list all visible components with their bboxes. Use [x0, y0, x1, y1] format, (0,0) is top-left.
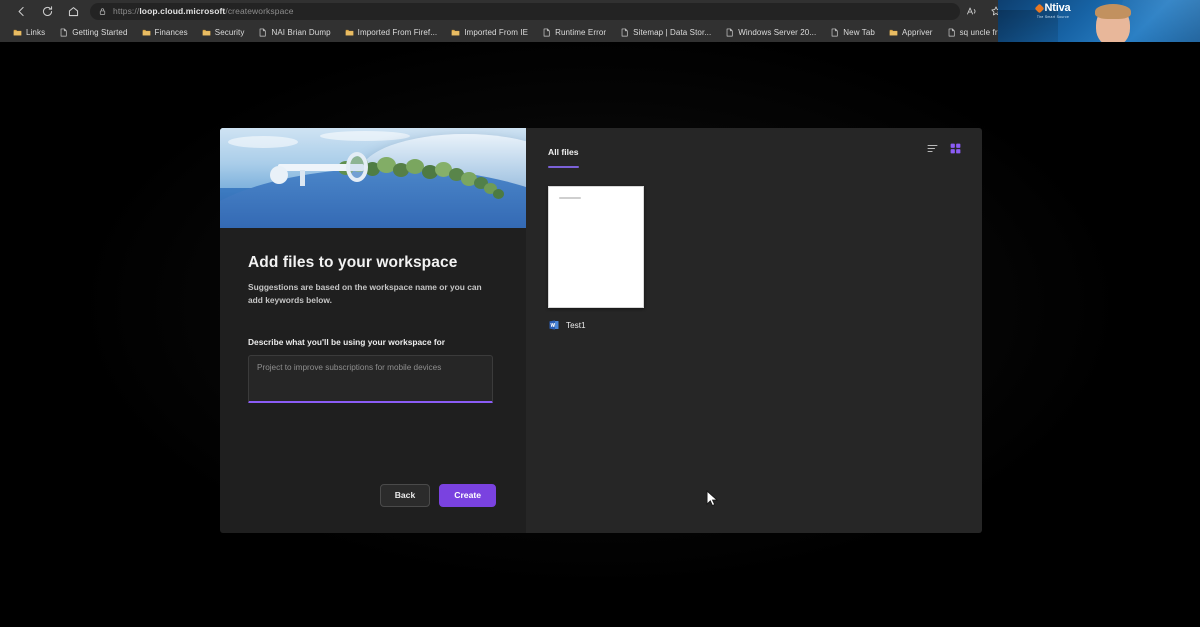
workspace-description-input[interactable] [248, 355, 493, 403]
back-icon[interactable] [8, 1, 34, 21]
page-icon [59, 28, 68, 37]
bookmark-label: Imported From IE [464, 28, 528, 37]
page-icon [620, 28, 629, 37]
folder-icon [889, 28, 898, 37]
back-button[interactable]: Back [380, 484, 431, 507]
bookmark-label: Appriver [902, 28, 933, 37]
bookmark-item[interactable]: Finances [135, 23, 195, 41]
bookmark-item[interactable]: Sitemap | Data Stor... [613, 23, 718, 41]
bookmark-item[interactable]: Runtime Error [535, 23, 613, 41]
dialog-subtitle: Suggestions are based on the workspace n… [248, 281, 493, 307]
mouse-cursor [706, 490, 720, 508]
screen-root: https://loop.cloud.microsoft/createworks… [0, 0, 1200, 627]
ntiva-logo-tagline: The Smart Source [1037, 15, 1069, 19]
ntiva-logo-text: Ntiva [1045, 3, 1071, 14]
folder-icon [202, 28, 211, 37]
url-text: https://loop.cloud.microsoft/createworks… [113, 6, 294, 16]
ntiva-diamond-icon [1034, 4, 1044, 14]
files-panel: All files [526, 128, 982, 533]
grid-view-icon[interactable] [949, 142, 962, 155]
file-meta: Test1 [548, 319, 656, 331]
tab-all-files[interactable]: All files [548, 142, 579, 168]
bookmark-label: Runtime Error [555, 28, 606, 37]
add-files-dialog: Add files to your workspace Suggestions … [220, 128, 526, 533]
bookmark-item[interactable]: Imported From IE [444, 23, 535, 41]
home-icon[interactable] [60, 1, 86, 21]
ntiva-logo: Ntiva The Smart Source [1016, 1, 1090, 21]
workspace-description-label: Describe what you'll be using your works… [248, 337, 498, 347]
hero-illustration [220, 128, 526, 228]
bookmark-item[interactable]: Getting Started [52, 23, 134, 41]
bookmark-item[interactable]: Appriver [882, 23, 940, 41]
bookmark-item[interactable]: New Tab [823, 23, 882, 41]
bookmark-item[interactable]: Imported From Firef... [338, 23, 445, 41]
tab-active-underline [548, 166, 579, 168]
create-button[interactable]: Create [439, 484, 496, 507]
tab-all-files-label: All files [548, 147, 579, 157]
bookmark-label: Windows Server 20... [738, 28, 816, 37]
folder-icon [142, 28, 151, 37]
bookmark-label: New Tab [843, 28, 875, 37]
hero-cloud [320, 131, 410, 141]
bookmark-label: Finances [155, 28, 188, 37]
hero-structure-pillar [300, 170, 305, 186]
bookmark-item[interactable]: Links [6, 23, 52, 41]
bookmark-item[interactable]: NAI Brian Dump [251, 23, 337, 41]
bookmark-label: Links [26, 28, 45, 37]
folder-icon [451, 28, 460, 37]
dialog-body: Add files to your workspace Suggestions … [220, 228, 526, 533]
page-icon [947, 28, 956, 37]
file-name: Test1 [566, 321, 586, 330]
file-card[interactable]: Test1 [548, 186, 656, 331]
page-icon [725, 28, 734, 37]
refresh-icon[interactable] [34, 1, 60, 21]
url-bar[interactable]: https://loop.cloud.microsoft/createworks… [90, 3, 960, 20]
file-thumbnail[interactable] [548, 186, 644, 308]
hero-cloud [228, 136, 298, 148]
speaker-hair [1095, 4, 1131, 19]
create-workspace-window: Add files to your workspace Suggestions … [220, 128, 982, 533]
hero-structure [270, 152, 378, 186]
view-toggle-group [926, 142, 962, 155]
bookmark-label: Getting Started [72, 28, 127, 37]
page-icon [542, 28, 551, 37]
dialog-actions: Back Create [380, 484, 496, 507]
files-grid: Test1 [548, 186, 656, 331]
bookmark-label: Security [215, 28, 245, 37]
lock-icon [98, 7, 107, 16]
url-scheme: https:// [113, 6, 139, 16]
files-panel-header: All files [526, 128, 982, 170]
page-icon [830, 28, 839, 37]
dialog-title: Add files to your workspace [248, 254, 498, 272]
url-path: /createworkspace [225, 6, 293, 16]
word-document-icon [548, 319, 560, 331]
page-icon [258, 28, 267, 37]
bookmark-label: Imported From Firef... [358, 28, 438, 37]
bookmark-label: NAI Brian Dump [271, 28, 330, 37]
url-domain: loop.cloud.microsoft [139, 6, 225, 16]
list-view-icon[interactable] [926, 142, 939, 155]
folder-icon [13, 28, 22, 37]
read-aloud-icon[interactable] [966, 5, 978, 17]
file-thumbnail-text-line [559, 197, 581, 199]
hero-structure-ring [346, 152, 368, 182]
hero-structure-sphere [270, 166, 288, 184]
hero-tree [493, 189, 504, 199]
bookmark-item[interactable]: Security [195, 23, 252, 41]
folder-icon [345, 28, 354, 37]
bookmark-label: Sitemap | Data Stor... [633, 28, 711, 37]
bookmark-item[interactable]: Windows Server 20... [718, 23, 823, 41]
